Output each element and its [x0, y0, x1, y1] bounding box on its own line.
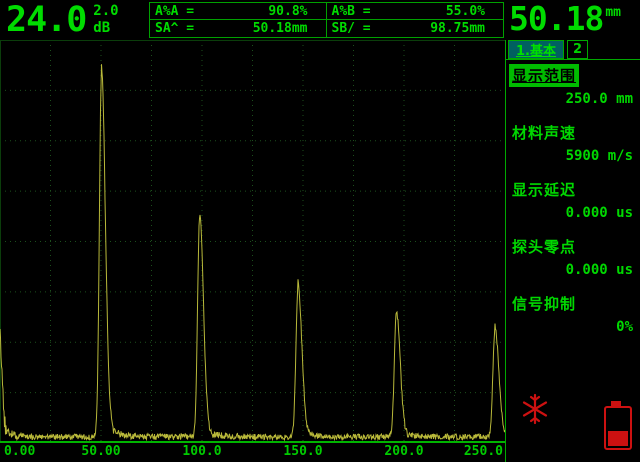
menu-item-label: 探头零点 [509, 235, 579, 258]
header-bar: 24.0 2.0 dB A%A = 90.8% A%B = 55.0% SA^ … [0, 0, 640, 40]
x-tick-label: 50.00 [81, 444, 120, 459]
menu-item-label: 材料声速 [509, 121, 579, 144]
gain-display: 24.0 2.0 dB [0, 0, 148, 40]
measurement-value: 90.8% [268, 4, 307, 19]
menu-item-value: 0.000 us [509, 262, 636, 278]
ascan-plot [0, 40, 505, 443]
x-tick-label: 0.00 [4, 444, 35, 459]
menu-item-display-delay[interactable]: 显示延迟 0.000 us [506, 174, 640, 231]
primary-unit: mm [605, 5, 621, 20]
measurement-label: SA^ = [155, 21, 194, 36]
measurement-path-gate-b: SB/ = 98.75mm [327, 20, 504, 37]
menu-item-label: 信号抑制 [509, 292, 579, 315]
x-tick-label: 200.0 [384, 444, 423, 459]
measurement-value: 98.75mm [430, 21, 485, 36]
battery-icon [604, 406, 632, 450]
menu-item-reject[interactable]: 信号抑制 0% [506, 288, 640, 345]
menu-item-probe-zero[interactable]: 探头零点 0.000 us [506, 231, 640, 288]
sidebar-menu: 1.基本 2 显示范围 250.0 mm 材料声速 5900 m/s 显示延迟 … [505, 40, 640, 462]
menu-item-label: 显示范围 [509, 64, 579, 87]
menu-item-value: 0% [509, 319, 636, 335]
tab-page-2[interactable]: 2 [567, 40, 588, 59]
menu-item-value: 5900 m/s [509, 148, 636, 164]
ut-flaw-detector-screen: 24.0 2.0 dB A%A = 90.8% A%B = 55.0% SA^ … [0, 0, 640, 462]
measurement-amp-gate-a: A%A = 90.8% [150, 3, 327, 20]
tab-basic[interactable]: 1.基本 [508, 40, 564, 59]
menu-item-value: 0.000 us [509, 205, 636, 221]
menu-item-material-velocity[interactable]: 材料声速 5900 m/s [506, 117, 640, 174]
primary-value: 50.18 [509, 0, 603, 38]
menu-tabs: 1.基本 2 [506, 40, 640, 60]
measurement-amp-gate-b: A%B = 55.0% [327, 3, 504, 20]
ascan-waveform [0, 40, 505, 443]
x-axis: 0.00 50.00 100.0 150.0 200.0 250.0 [0, 443, 505, 462]
freeze-icon [520, 392, 550, 430]
menu-item-value: 250.0 mm [509, 91, 636, 107]
measurement-path-gate-a: SA^ = 50.18mm [150, 20, 327, 37]
gain-value: 24.0 [6, 0, 86, 40]
gain-step-unit: 2.0 dB [93, 3, 118, 37]
gain-step: 2.0 [93, 3, 118, 20]
measurement-value: 55.0% [446, 4, 485, 19]
gain-unit: dB [93, 20, 118, 37]
measurement-label: A%B = [332, 4, 371, 19]
menu-item-display-range[interactable]: 显示范围 250.0 mm [506, 60, 640, 117]
x-tick-label: 250.0 [464, 444, 503, 459]
measurement-panel: A%A = 90.8% A%B = 55.0% SA^ = 50.18mm SB… [149, 2, 504, 38]
measurement-value: 50.18mm [253, 21, 308, 36]
menu-items: 显示范围 250.0 mm 材料声速 5900 m/s 显示延迟 0.000 u… [506, 60, 640, 345]
primary-measurement: 50.18 mm [505, 0, 640, 40]
x-tick-label: 100.0 [182, 444, 221, 459]
x-tick-label: 150.0 [283, 444, 322, 459]
menu-item-label: 显示延迟 [509, 178, 579, 201]
measurement-label: SB/ = [332, 21, 371, 36]
battery-level [608, 431, 628, 446]
measurement-label: A%A = [155, 4, 194, 19]
